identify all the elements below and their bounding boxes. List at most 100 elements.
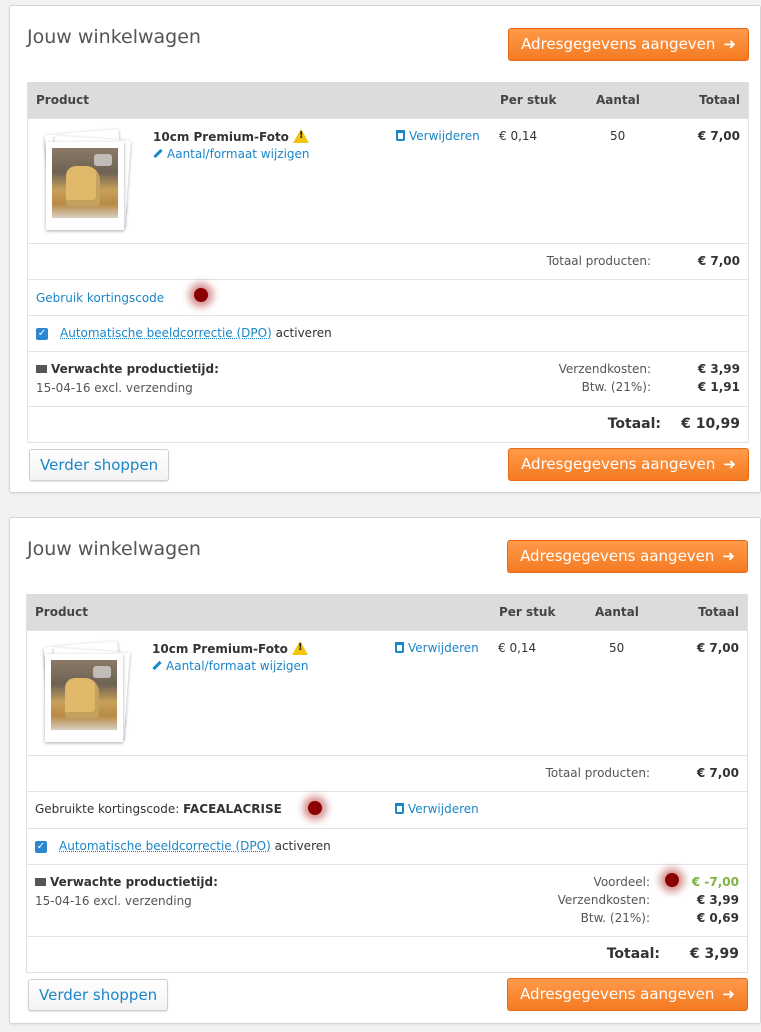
cart-table: Product Per stuk Aantal Totaal 10cm Prem…: [26, 594, 748, 973]
dpo-suffix: activeren: [274, 839, 331, 853]
coupon-link[interactable]: Gebruik kortingscode: [36, 291, 164, 305]
remove-product-link[interactable]: Verwijderen: [395, 641, 479, 655]
trash-icon: [395, 642, 404, 653]
col-total-header: Totaal: [699, 93, 740, 107]
product-row: 10cm Premium-Foto Aantal/formaat wijzige…: [28, 118, 748, 243]
summary-row: Verwachte productietijd: 15-04-16 excl. …: [28, 351, 748, 406]
pencil-icon: [152, 660, 162, 671]
dpo-row: ✓ Automatische beeldcorrectie (DPO) acti…: [28, 315, 748, 351]
remove-product-link[interactable]: Verwijderen: [396, 129, 480, 143]
table-header: Product Per stuk Aantal Totaal: [27, 594, 747, 630]
remove-label: Verwijderen: [409, 129, 480, 143]
shipping-label: Verzendkosten:: [557, 893, 650, 907]
dpo-text: Automatische beeldcorrectie (DPO) active…: [60, 326, 332, 340]
dpo-checkbox[interactable]: ✓: [36, 328, 48, 340]
remove-coupon-link[interactable]: Verwijderen: [395, 802, 479, 816]
shipping-value: € 3,99: [696, 893, 739, 907]
unit-price: € 0,14: [499, 129, 538, 143]
line-total: € 7,00: [696, 641, 739, 655]
edit-quantity-link[interactable]: Aantal/formaat wijzigen: [152, 659, 309, 673]
production-time-label: Verwachte productietijd:: [36, 362, 219, 376]
line-total: € 7,00: [697, 129, 740, 143]
shipping-value: € 3,99: [697, 362, 740, 376]
col-product-header: Product: [36, 93, 89, 107]
table-header: Product Per stuk Aantal Totaal: [28, 82, 748, 118]
checkout-button-bottom[interactable]: Adresgegevens aangeven ➜: [507, 978, 748, 1011]
coupon-row: Gebruik kortingscode: [28, 279, 748, 315]
vat-label: Btw. (21%):: [581, 380, 651, 394]
product-name: 10cm Premium-Foto: [153, 129, 309, 144]
dpo-suffix: activeren: [275, 326, 332, 340]
grand-total-value: € 10,99: [681, 416, 740, 432]
product-name: 10cm Premium-Foto: [152, 641, 308, 656]
pencil-icon: [153, 148, 163, 159]
truck-icon: [36, 365, 47, 373]
cart-panel-2: Jouw winkelwagen Adresgegevens aangeven ➜…: [9, 517, 761, 1024]
grand-total-row: Totaal: € 10,99: [28, 406, 748, 442]
vat-value: € 0,69: [696, 911, 739, 925]
products-total-value: € 7,00: [696, 766, 739, 780]
coupon-used: Gebruikte kortingscode: FACEALACRISE: [35, 802, 282, 816]
marker-dot: [665, 873, 679, 887]
checkout-label: Adresgegevens aangeven: [521, 35, 716, 53]
quantity-value: 50: [609, 641, 625, 655]
checkout-label: Adresgegevens aangeven: [521, 455, 716, 473]
dpo-link[interactable]: Automatische beeldcorrectie (DPO): [59, 839, 271, 853]
checkout-button-top[interactable]: Adresgegevens aangeven ➜: [507, 540, 748, 573]
checkout-label: Adresgegevens aangeven: [520, 547, 715, 565]
dpo-text: Automatische beeldcorrectie (DPO) active…: [59, 839, 331, 853]
marker-dot: [194, 288, 208, 302]
production-time-label: Verwachte productietijd:: [35, 875, 218, 889]
warning-icon[interactable]: [292, 129, 309, 143]
remove-label: Verwijderen: [408, 641, 479, 655]
arrow-right-icon: ➜: [723, 35, 736, 53]
continue-shopping-button[interactable]: Verder shoppen: [29, 449, 170, 481]
cart-panel-1: Jouw winkelwagen Adresgegevens aangeven ➜…: [9, 5, 761, 493]
col-quantity-header: Aantal: [595, 605, 639, 619]
products-total-label: Totaal producten:: [546, 254, 651, 268]
grand-total-label: Totaal:: [607, 416, 661, 432]
continue-shopping-button[interactable]: Verder shoppen: [28, 979, 169, 1011]
discount-label: Voordeel:: [593, 875, 650, 889]
warning-icon[interactable]: [291, 641, 308, 655]
production-label-text: Verwachte productietijd:: [50, 875, 218, 889]
edit-quantity-label: Aantal/formaat wijzigen: [167, 147, 310, 161]
dpo-checkbox[interactable]: ✓: [35, 841, 47, 853]
quantity-value: 50: [610, 129, 626, 143]
products-total-value: € 7,00: [697, 254, 740, 268]
cart-table: Product Per stuk Aantal Totaal 10cm Prem…: [27, 82, 749, 443]
grand-total-value: € 3,99: [689, 946, 739, 962]
col-per-piece-header: Per stuk: [500, 93, 557, 107]
truck-icon: [35, 878, 46, 886]
trash-icon: [395, 803, 404, 814]
product-thumbnail[interactable]: [39, 640, 130, 744]
col-quantity-header: Aantal: [596, 93, 640, 107]
dpo-row: ✓ Automatische beeldcorrectie (DPO) acti…: [27, 828, 747, 864]
checkout-button-top[interactable]: Adresgegevens aangeven ➜: [508, 28, 749, 61]
product-thumbnail[interactable]: [40, 128, 131, 232]
arrow-right-icon: ➜: [722, 985, 735, 1003]
coupon-code: FACEALACRISE: [183, 802, 282, 816]
dpo-link[interactable]: Automatische beeldcorrectie (DPO): [60, 326, 272, 340]
col-product-header: Product: [35, 605, 88, 619]
production-label-text: Verwachte productietijd:: [51, 362, 219, 376]
grand-total-row: Totaal: € 3,99: [27, 936, 747, 972]
edit-quantity-link[interactable]: Aantal/formaat wijzigen: [153, 147, 310, 161]
products-total-label: Totaal producten:: [545, 766, 650, 780]
products-total-row: Totaal producten: € 7,00: [27, 755, 747, 791]
remove-label: Verwijderen: [408, 802, 479, 816]
page-title: Jouw winkelwagen: [27, 26, 201, 48]
summary-row: Verwachte productietijd: 15-04-16 excl. …: [27, 864, 747, 936]
checkout-button-bottom[interactable]: Adresgegevens aangeven ➜: [508, 448, 749, 481]
checkout-label: Adresgegevens aangeven: [520, 985, 715, 1003]
col-total-header: Totaal: [698, 605, 739, 619]
production-date: 15-04-16 excl. verzending: [36, 381, 193, 395]
arrow-right-icon: ➜: [722, 547, 735, 565]
vat-label: Btw. (21%):: [580, 911, 650, 925]
arrow-right-icon: ➜: [723, 455, 736, 473]
unit-price: € 0,14: [498, 641, 537, 655]
marker-dot: [308, 801, 322, 815]
grand-total-label: Totaal:: [606, 946, 660, 962]
vat-value: € 1,91: [697, 380, 740, 394]
col-per-piece-header: Per stuk: [499, 605, 556, 619]
